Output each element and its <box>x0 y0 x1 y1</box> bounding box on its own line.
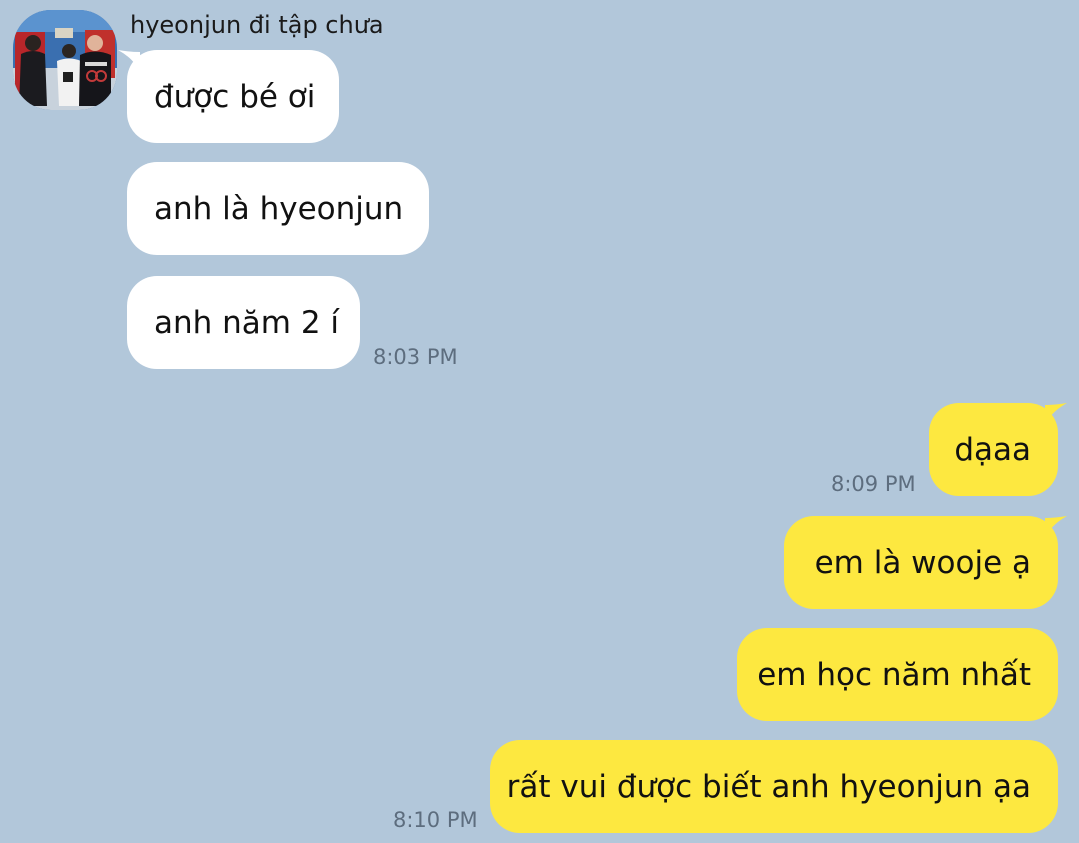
incoming-message-2[interactable]: anh là hyeonjun <box>127 162 429 255</box>
sender-avatar[interactable] <box>13 10 117 110</box>
message-text: được bé ơi <box>154 78 316 115</box>
bubble-tail-icon <box>1045 516 1067 540</box>
message-timestamp: 8:10 PM <box>393 808 478 832</box>
message-timestamp: 8:09 PM <box>831 472 916 496</box>
profile-photo-icon <box>13 10 117 110</box>
sender-name: hyeonjun đi tập chưa <box>130 11 384 39</box>
message-text: anh năm 2 í <box>154 304 340 341</box>
message-text: anh là hyeonjun <box>154 190 404 227</box>
incoming-message-1[interactable]: được bé ơi <box>118 50 339 143</box>
outgoing-message-4[interactable]: rất vui được biết anh hyeonjun ạa <box>490 740 1058 833</box>
message-text: dạaa <box>954 431 1031 468</box>
outgoing-message-3[interactable]: em học năm nhất <box>737 628 1058 721</box>
bubble-tail-icon <box>1045 403 1067 427</box>
bubble-tail-icon <box>118 50 140 74</box>
incoming-message-3[interactable]: anh năm 2 í <box>127 276 360 369</box>
message-timestamp: 8:03 PM <box>373 345 458 369</box>
message-text: rất vui được biết anh hyeonjun ạa <box>506 768 1031 805</box>
outgoing-message-1[interactable]: dạaa <box>929 403 1067 496</box>
outgoing-message-2[interactable]: em là wooje ạ <box>784 516 1067 609</box>
message-text: em là wooje ạ <box>814 544 1031 581</box>
message-text: em học năm nhất <box>757 656 1031 693</box>
